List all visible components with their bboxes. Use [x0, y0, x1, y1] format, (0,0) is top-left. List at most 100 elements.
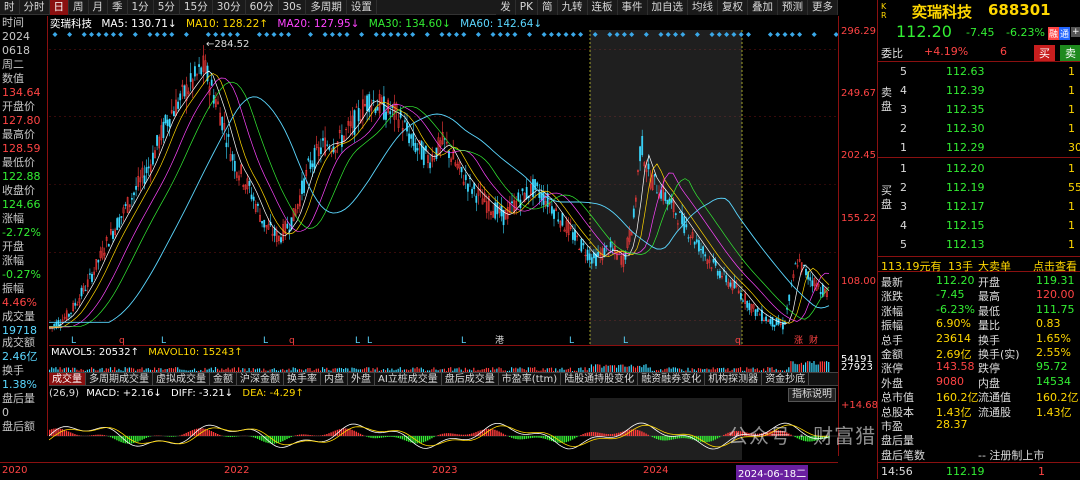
candle-body — [810, 277, 811, 280]
buy-level[interactable]: 3112.171 — [878, 198, 1080, 215]
tool-button[interactable]: 连板 — [588, 0, 618, 15]
event-marker[interactable]: q — [735, 336, 741, 345]
indicator-tab[interactable]: 沪深金额 — [237, 373, 284, 385]
event-marker[interactable]: L — [161, 336, 166, 345]
candle-body — [222, 117, 223, 130]
sell-level[interactable]: 3112.351 — [878, 101, 1080, 118]
indicator-tab[interactable]: 虚拟成交量 — [153, 373, 210, 385]
indicator-tab[interactable]: 陆股通持股变化 — [561, 373, 638, 385]
indicator-tab[interactable]: 换手率 — [284, 373, 321, 385]
tool-button[interactable]: 叠加 — [748, 0, 778, 15]
event-marker[interactable]: L — [355, 336, 360, 345]
period-tab[interactable]: 设置 — [347, 0, 377, 15]
sell-level[interactable]: 1112.2930 — [878, 139, 1080, 156]
macd-bar — [213, 432, 214, 436]
tool-button[interactable]: 事件 — [618, 0, 648, 15]
period-tab[interactable]: 周 — [69, 0, 89, 15]
event-marker[interactable]: q — [289, 336, 295, 345]
indicator-tab[interactable]: 资金抄底 — [762, 373, 809, 385]
weicha-value: 6 — [1000, 45, 1007, 58]
candle-body — [68, 314, 69, 316]
period-tab[interactable]: 30s — [279, 0, 307, 15]
indicator-tab[interactable]: 成交量 — [49, 373, 86, 385]
period-tab[interactable]: 15分 — [180, 0, 213, 15]
period-tab[interactable]: 多周期 — [306, 0, 347, 15]
candle-body — [89, 274, 90, 275]
event-marker[interactable]: 财 — [809, 334, 818, 345]
tool-button[interactable]: 九转 — [558, 0, 588, 15]
indicator-tab[interactable]: 多周期成交量 — [86, 373, 153, 385]
sell-level[interactable]: 4112.391 — [878, 82, 1080, 99]
macd-bar — [711, 436, 712, 441]
period-tab[interactable]: 日 — [50, 0, 70, 15]
buy-button[interactable]: 买 — [1034, 45, 1055, 61]
signal-diamond — [133, 32, 138, 37]
sell-level[interactable]: 5112.631 — [878, 63, 1080, 80]
event-marker[interactable]: 港 — [495, 334, 504, 345]
event-marker[interactable]: L — [71, 336, 76, 345]
macd-bar — [723, 435, 724, 436]
macd-bar — [540, 436, 541, 438]
candle-body — [146, 167, 147, 173]
macd-bar — [141, 436, 142, 440]
macd-bar — [463, 435, 464, 436]
volume-bar — [599, 365, 600, 372]
macd-bar — [658, 436, 659, 440]
indicator-tab[interactable]: 融资融券变化 — [638, 373, 705, 385]
period-tab[interactable]: 月 — [89, 0, 109, 15]
period-tab[interactable]: 季 — [108, 0, 128, 15]
macd-bar — [228, 436, 229, 437]
more-tag[interactable]: + — [1071, 27, 1080, 37]
tool-button[interactable]: 发 — [496, 0, 516, 15]
change-value: -2.72% — [2, 226, 41, 239]
indicator-tab[interactable]: 金额 — [210, 373, 237, 385]
event-marker[interactable]: 涨 — [794, 335, 803, 345]
buy-level[interactable]: 5112.131 — [878, 236, 1080, 253]
tool-button[interactable]: 更多 — [808, 0, 838, 15]
tool-button[interactable]: 复权 — [718, 0, 748, 15]
signal-diamond — [396, 32, 401, 37]
tool-button[interactable]: 均线 — [688, 0, 718, 15]
event-marker[interactable]: L — [569, 336, 574, 345]
sell-button[interactable]: 卖 — [1060, 45, 1080, 61]
tool-button[interactable]: 加自选 — [648, 0, 689, 15]
buy-level[interactable]: 4112.151 — [878, 217, 1080, 234]
tool-button[interactable]: PK — [516, 0, 538, 15]
buy-level[interactable]: 2112.1955 — [878, 179, 1080, 196]
volume-bar — [807, 361, 808, 372]
macd-bar — [312, 435, 313, 436]
event-marker[interactable]: q — [119, 336, 125, 345]
event-marker[interactable]: L — [367, 336, 372, 345]
y-tick: 155.22 — [841, 213, 876, 224]
macd-bar — [93, 435, 94, 436]
tool-button[interactable]: 预测 — [778, 0, 808, 15]
indicator-tab[interactable]: 内盘 — [321, 373, 348, 385]
sell-level[interactable]: 2112.301 — [878, 120, 1080, 137]
after-amt-label: 盘后额 — [2, 420, 35, 433]
big-order-link[interactable]: 点击查看 — [1033, 258, 1077, 274]
candlestick-chart[interactable]: LqLLqLLL港LLq涨财 — [49, 30, 838, 345]
macd-bar — [538, 436, 539, 438]
macd-bar — [603, 434, 604, 436]
buy-level[interactable]: 1112.201 — [878, 160, 1080, 177]
period-tab[interactable]: 1分 — [128, 0, 154, 15]
period-tab[interactable]: 分时 — [20, 0, 50, 15]
indicator-tab[interactable]: 盘后成交量 — [442, 373, 499, 385]
period-tab[interactable]: 60分 — [246, 0, 279, 15]
indicator-tab[interactable]: 市盈率(ttm) — [499, 373, 561, 385]
period-tab[interactable]: 时 — [0, 0, 20, 15]
ma30-value: MA30: 134.60↓ — [369, 18, 451, 30]
event-marker[interactable]: L — [461, 336, 466, 345]
period-tab[interactable]: 5分 — [154, 0, 180, 15]
tool-button[interactable]: 简 — [538, 0, 558, 15]
tick-volume: 1 — [1038, 465, 1045, 478]
indicator-tab[interactable]: 机构探测器 — [705, 373, 762, 385]
indicator-tab[interactable]: AI立桩成交量 — [375, 373, 442, 385]
event-marker[interactable]: L — [623, 336, 628, 345]
event-marker[interactable]: L — [263, 336, 268, 345]
x-label: 2024 — [643, 465, 668, 476]
indicator-tab[interactable]: 外盘 — [348, 373, 375, 385]
big-order-banner[interactable]: 113.19元有 13手 大卖单 点击查看 — [878, 256, 1080, 272]
candle-body — [642, 136, 643, 155]
period-tab[interactable]: 30分 — [213, 0, 246, 15]
